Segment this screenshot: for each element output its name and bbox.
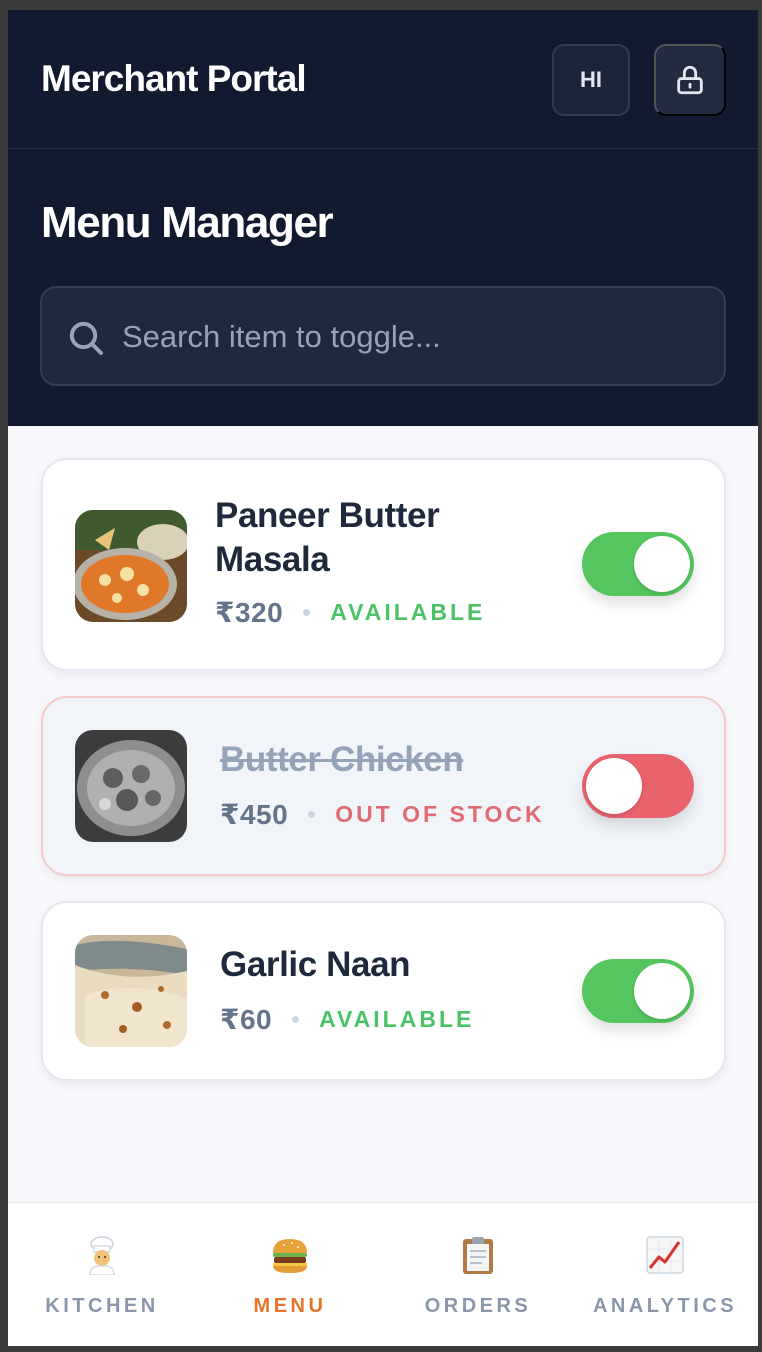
item-image bbox=[75, 510, 187, 622]
nav-item-menu[interactable]: MENU bbox=[196, 1203, 384, 1346]
burger-icon bbox=[273, 1239, 307, 1273]
availability-toggle[interactable] bbox=[582, 959, 694, 1023]
nav-item-kitchen[interactable]: KITCHEN bbox=[8, 1203, 196, 1346]
page-title: Menu Manager bbox=[41, 198, 334, 247]
nav-item-analytics[interactable]: ANALYTICS bbox=[572, 1203, 758, 1346]
item-image bbox=[75, 730, 187, 842]
search-bar bbox=[40, 286, 726, 386]
toggle-knob bbox=[634, 536, 690, 592]
top-bar: Merchant Portal HI bbox=[8, 10, 758, 149]
status-badge: AVAILABLE bbox=[330, 599, 486, 625]
nav-item-orders[interactable]: ORDERS bbox=[384, 1203, 572, 1346]
status-badge: AVAILABLE bbox=[319, 1006, 475, 1032]
toggle-knob bbox=[634, 963, 690, 1019]
item-name: Garlic Naan bbox=[220, 945, 411, 984]
search-icon bbox=[69, 321, 103, 355]
item-price: ₹60 bbox=[220, 1004, 273, 1035]
separator-dot bbox=[303, 609, 311, 616]
lock-icon bbox=[677, 65, 703, 95]
chef-icon bbox=[89, 1236, 115, 1275]
nav-label-menu: MENU bbox=[253, 1295, 327, 1317]
item-price: ₹450 bbox=[220, 799, 289, 830]
nav-label-orders: ORDERS bbox=[424, 1295, 532, 1317]
language-button[interactable]: HI bbox=[552, 44, 630, 116]
menu-item-card: Butter Chicken ₹450 OUT OF STOCK bbox=[41, 696, 726, 876]
item-meta: ₹320 AVAILABLE bbox=[215, 596, 485, 629]
separator-dot bbox=[308, 811, 316, 818]
menu-item-card: Garlic Naan ₹60 AVAILABLE bbox=[41, 901, 726, 1081]
lock-button[interactable] bbox=[654, 44, 726, 116]
item-name: Paneer Butter Masala bbox=[215, 496, 440, 579]
toggle-knob bbox=[586, 758, 642, 814]
item-image bbox=[75, 935, 187, 1047]
clipboard-icon bbox=[463, 1237, 493, 1274]
nav-label-analytics: ANALYTICS bbox=[592, 1295, 738, 1317]
search-input[interactable] bbox=[122, 308, 702, 366]
bottom-nav: KITCHEN MENU ORDERS ANALYTICS bbox=[8, 1202, 758, 1346]
item-price: ₹320 bbox=[215, 597, 284, 628]
availability-toggle[interactable] bbox=[582, 532, 694, 596]
menu-item-card: Paneer Butter Masala ₹320 AVAILABLE bbox=[41, 458, 726, 671]
item-meta: ₹60 AVAILABLE bbox=[220, 1003, 474, 1036]
chart-up-icon bbox=[646, 1236, 684, 1274]
status-badge: OUT OF STOCK bbox=[335, 801, 545, 827]
availability-toggle[interactable] bbox=[582, 754, 694, 818]
item-meta: ₹450 OUT OF STOCK bbox=[220, 798, 545, 831]
app-frame: Merchant Portal HI Menu Manager Search i… bbox=[8, 10, 758, 1346]
nav-label-kitchen: KITCHEN bbox=[45, 1295, 159, 1317]
separator-dot bbox=[292, 1016, 300, 1023]
app-title: Merchant Portal bbox=[41, 58, 307, 99]
item-name: Butter Chicken bbox=[220, 740, 464, 779]
header: Merchant Portal HI Menu Manager bbox=[8, 10, 758, 426]
